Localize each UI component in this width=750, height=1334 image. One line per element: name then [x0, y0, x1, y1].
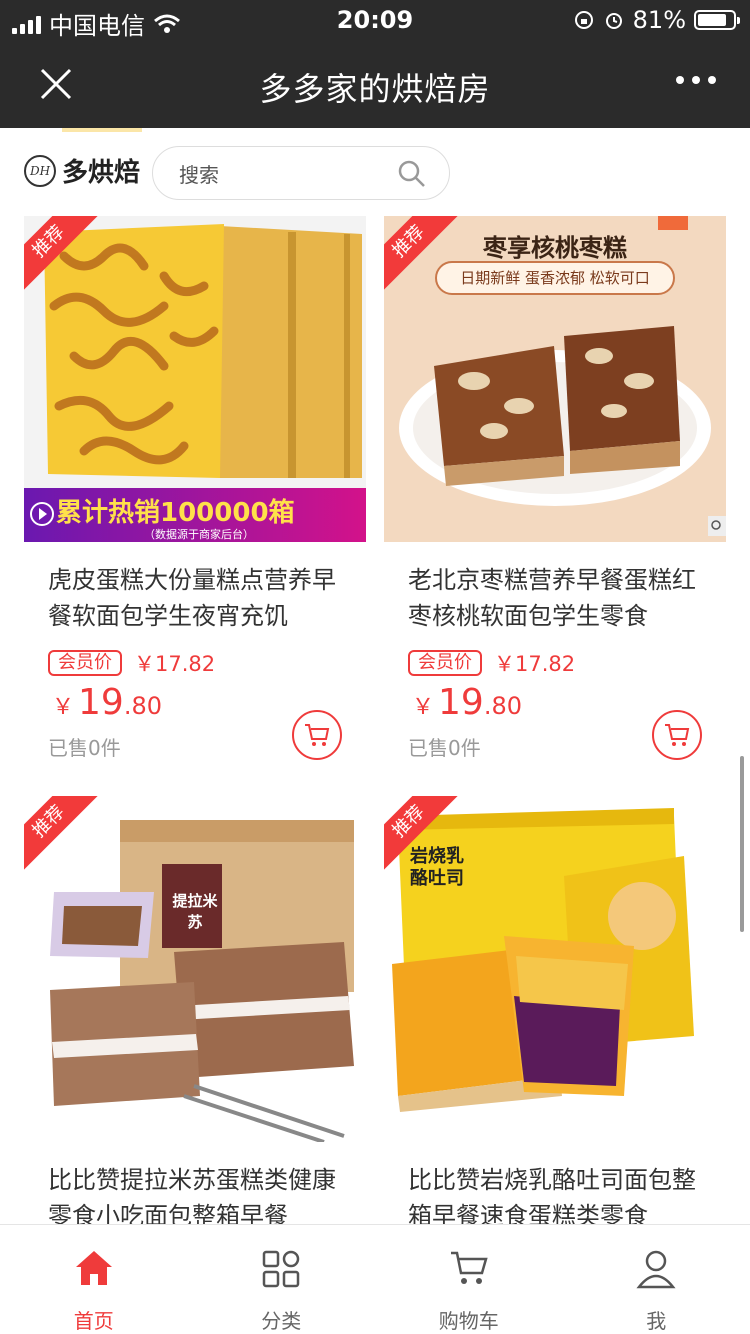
title-bar: 多多家的烘焙房: [0, 40, 750, 128]
member-price: ￥17.82: [134, 652, 216, 676]
product-card[interactable]: 枣享核桃枣糕 日期新鲜 蛋香浓郁 松软可口 推荐 老北京枣糕营养早餐蛋糕红枣核桃…: [384, 216, 726, 776]
rotation-lock-icon: [574, 11, 593, 29]
logo-text: 多烘焙: [62, 158, 141, 188]
banner-subtext: （数据源于商家后台）: [144, 528, 254, 541]
tab-indicator: [62, 128, 142, 132]
home-icon: [75, 1251, 112, 1285]
nav-label: 我: [646, 1309, 667, 1333]
sold-count: 已售0件: [48, 736, 121, 760]
box-label: 提拉米苏: [172, 892, 218, 931]
price-integer: 19: [78, 682, 124, 723]
member-price: ￥17.82: [494, 652, 576, 676]
shop-logo[interactable]: DH 多烘焙: [24, 152, 140, 189]
product-card[interactable]: 提拉米苏 推荐 比比赞提拉米苏蛋糕类健康零食小吃面包整箱早餐: [24, 796, 366, 1224]
box-label: 岩烧乳酪吐司: [410, 846, 464, 889]
member-price-row: 会员价 ￥17.82: [48, 648, 215, 678]
sold-count: 已售0件: [408, 736, 481, 760]
nav-home[interactable]: 首页: [0, 1225, 188, 1334]
cart-icon: [665, 724, 690, 746]
cart-icon: [305, 724, 330, 746]
nav-me[interactable]: 我: [563, 1225, 750, 1334]
price: ￥ 19 .80: [52, 682, 162, 723]
logo-mark-icon: DH: [24, 154, 56, 187]
product-name[interactable]: 比比赞提拉米苏蛋糕类健康零食小吃面包整箱早餐: [48, 1162, 348, 1224]
nav-category[interactable]: 分类: [188, 1225, 376, 1334]
product-image[interactable]: 提拉米苏 推荐: [24, 796, 366, 1142]
nav-label: 分类: [261, 1309, 302, 1333]
search-input[interactable]: 搜索: [152, 146, 450, 200]
product-name[interactable]: 老北京枣糕营养早餐蛋糕红枣核桃软面包学生零食: [408, 562, 708, 634]
add-to-cart-button[interactable]: [292, 710, 342, 760]
currency-symbol: ￥: [52, 695, 75, 720]
status-bar: 中国电信 20:09 81%: [0, 0, 750, 40]
price: ￥ 19 .80: [412, 682, 522, 723]
scrollbar[interactable]: [740, 756, 744, 932]
battery-percent: 81%: [632, 6, 686, 34]
currency-symbol: ￥: [412, 695, 435, 720]
search-icon[interactable]: [397, 159, 427, 189]
product-name[interactable]: 比比赞岩烧乳酪吐司面包整箱早餐速食蛋糕类零食: [408, 1162, 708, 1224]
product-card[interactable]: 岩烧乳酪吐司 推荐 比比赞岩烧乳酪吐司面包整箱早餐速食蛋糕类零食: [384, 796, 726, 1224]
price-decimal: .80: [483, 692, 522, 720]
member-price-row: 会员价 ￥17.82: [408, 648, 575, 678]
product-image[interactable]: 累计热销100000箱 （数据源于商家后台） 推荐: [24, 216, 366, 542]
more-icon[interactable]: [676, 76, 716, 84]
product-grid: 累计热销100000箱 （数据源于商家后台） 推荐 虎皮蛋糕大份量糕点营养早餐软…: [0, 216, 750, 1224]
nav-label: 首页: [73, 1309, 114, 1333]
add-to-cart-button[interactable]: [652, 710, 702, 760]
product-name[interactable]: 虎皮蛋糕大份量糕点营养早餐软面包学生夜宵充饥: [48, 562, 348, 634]
price-integer: 19: [438, 682, 484, 723]
shop-header: DH 多烘焙 搜索: [0, 128, 750, 216]
product-image[interactable]: 枣享核桃枣糕 日期新鲜 蛋香浓郁 松软可口 推荐: [384, 216, 726, 542]
product-image[interactable]: 岩烧乳酪吐司 推荐: [384, 796, 726, 1142]
banner-text: 累计热销100000箱: [56, 498, 295, 528]
member-badge: 会员价: [408, 650, 482, 676]
category-icon: [263, 1250, 300, 1288]
page-title: 多多家的烘焙房: [259, 70, 491, 108]
user-icon: [636, 1250, 676, 1289]
search-placeholder: 搜索: [179, 163, 219, 187]
nav-cart[interactable]: 购物车: [375, 1225, 563, 1334]
bottom-nav: 首页 分类 购物车 我: [0, 1224, 750, 1334]
alarm-icon: [605, 13, 622, 29]
battery-icon: [694, 10, 740, 30]
nav-label: 购物车: [438, 1309, 499, 1333]
image-subtitle: 日期新鲜 蛋香浓郁 松软可口: [460, 269, 650, 287]
product-card[interactable]: 累计热销100000箱 （数据源于商家后台） 推荐 虎皮蛋糕大份量糕点营养早餐软…: [24, 216, 366, 776]
member-badge: 会员价: [48, 650, 122, 676]
cart-icon: [450, 1251, 488, 1284]
price-decimal: .80: [123, 692, 162, 720]
